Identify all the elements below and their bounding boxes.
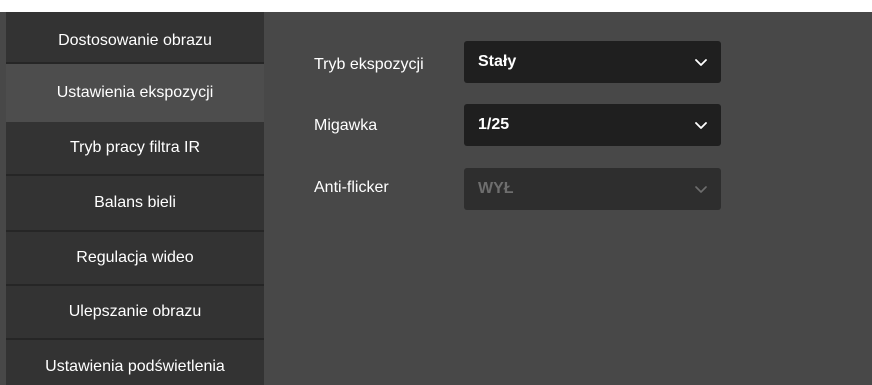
sidebar-item-label: Balans bieli [94, 194, 176, 211]
chevron-down-icon [695, 122, 707, 129]
sidebar-item-video-adjustment[interactable]: Regulacja wideo [6, 232, 264, 286]
exposure-mode-select[interactable]: Stały [464, 41, 721, 83]
sidebar-item-label: Tryb pracy filtra IR [69, 139, 201, 156]
sidebar-item-label: Regulacja wideo [76, 249, 194, 266]
settings-sidebar: Dostosowanie obrazu Ustawienia ekspozycj… [6, 12, 264, 385]
sidebar-item-exposure-settings[interactable]: Ustawienia ekspozycji [6, 64, 264, 122]
exposure-mode-label: Tryb ekspozycji [314, 56, 424, 73]
sidebar-item-label: Ustawienia ekspozycji [56, 84, 214, 101]
sidebar-item-label: Dostosowanie obrazu [58, 32, 212, 49]
sidebar-item-image-adjustment[interactable]: Dostosowanie obrazu [6, 12, 264, 64]
chevron-down-icon [695, 186, 707, 193]
sidebar-item-label: Ustawienia podświetlenia [45, 357, 225, 375]
anti-flicker-label: Anti-flicker [314, 179, 389, 196]
shutter-select[interactable]: 1/25 [464, 104, 721, 146]
sidebar-item-ir-filter-mode[interactable]: Tryb pracy filtra IR [6, 122, 264, 176]
shutter-label: Migawka [314, 117, 378, 134]
sidebar-item-backlight-settings[interactable]: Ustawienia podświetlenia [6, 340, 264, 385]
shutter-value: 1/25 [478, 116, 510, 133]
exposure-mode-value: Stały [478, 53, 517, 70]
sidebar-item-label: Ulepszanie obrazu [68, 303, 202, 320]
sidebar-item-image-enhancement[interactable]: Ulepszanie obrazu [6, 286, 264, 340]
chevron-down-icon [695, 59, 707, 66]
top-edge [0, 0, 872, 12]
exposure-settings-panel: Tryb ekspozycji Stały Migawka 1/25 Anti-… [264, 12, 872, 385]
anti-flicker-value: WYŁ [478, 180, 514, 197]
camera-settings-page: Dostosowanie obrazu Ustawienia ekspozycj… [0, 0, 872, 385]
sidebar-item-white-balance[interactable]: Balans bieli [6, 176, 264, 232]
anti-flicker-select: WYŁ [464, 168, 721, 210]
